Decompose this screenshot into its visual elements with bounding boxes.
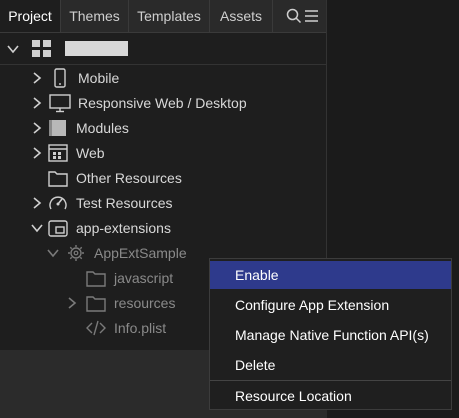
extension-icon — [48, 220, 68, 237]
chevron-right-icon[interactable] — [30, 121, 44, 135]
tree-item-responsive-web[interactable]: Responsive Web / Desktop — [0, 91, 326, 116]
tree-item-label: Test Resources — [76, 195, 173, 211]
tree-item-app-extensions[interactable]: app-extensions — [0, 216, 326, 241]
menu-item-manage-native-function-api[interactable]: Manage Native Function API(s) — [210, 321, 451, 349]
chevron-down-icon[interactable] — [46, 246, 60, 260]
tree-item-label: Modules — [76, 120, 129, 136]
web-icon — [48, 144, 68, 162]
menu-item-resource-location[interactable]: Resource Location — [210, 382, 451, 410]
menu-item-delete[interactable]: Delete — [210, 351, 451, 379]
chevron-down-icon[interactable] — [30, 221, 44, 235]
folder-icon — [86, 296, 106, 312]
menu-item-enable[interactable]: Enable — [210, 261, 451, 289]
tab-templates[interactable]: Templates — [129, 0, 210, 32]
module-icon — [49, 120, 66, 136]
gauge-icon — [49, 196, 67, 210]
search-icon[interactable] — [285, 7, 303, 25]
gear-icon — [68, 245, 84, 261]
folder-icon — [48, 171, 68, 187]
tree-item-other-resources[interactable]: Other Resources — [0, 166, 326, 191]
context-menu: Enable Configure App Extension Manage Na… — [209, 258, 452, 410]
tree-item-test-resources[interactable]: Test Resources — [0, 191, 326, 216]
tree-item-label: Web — [76, 145, 105, 161]
tab-bar: Project Themes Templates Assets — [0, 0, 326, 33]
tree-item-label: resources — [114, 295, 176, 311]
tree-item-mobile[interactable]: Mobile — [0, 66, 326, 91]
chevron-down-icon[interactable] — [6, 42, 20, 56]
tree-item-label: Info.plist — [114, 320, 167, 336]
desktop-icon — [49, 94, 71, 113]
project-root[interactable] — [0, 36, 326, 62]
tree-item-label: app-extensions — [76, 220, 171, 236]
project-name — [65, 41, 128, 56]
divider — [0, 64, 326, 65]
tree-item-label: Responsive Web / Desktop — [78, 95, 247, 111]
tree-item-label: Mobile — [78, 70, 120, 86]
tree-item-web[interactable]: Web — [0, 141, 326, 166]
chevron-right-icon[interactable] — [30, 196, 44, 210]
tab-project[interactable]: Project — [0, 0, 61, 32]
code-icon — [86, 320, 106, 336]
tree-item-label: AppExtSample — [94, 245, 187, 261]
project-grid-icon — [32, 40, 51, 57]
tree-item-modules[interactable]: Modules — [0, 116, 326, 141]
menu-separator — [210, 380, 451, 381]
list-menu-icon[interactable] — [303, 7, 321, 25]
tree-item-label: javascript — [114, 270, 174, 286]
chevron-right-icon[interactable] — [65, 296, 79, 310]
chevron-right-icon[interactable] — [30, 96, 44, 110]
folder-icon — [86, 271, 106, 287]
chevron-right-icon[interactable] — [30, 146, 44, 160]
mobile-icon — [54, 68, 66, 88]
tree-item-label: Other Resources — [76, 170, 182, 186]
menu-item-configure-app-extension[interactable]: Configure App Extension — [210, 291, 451, 319]
tab-themes[interactable]: Themes — [61, 0, 129, 32]
tab-assets[interactable]: Assets — [210, 0, 273, 32]
chevron-right-icon[interactable] — [30, 71, 44, 85]
